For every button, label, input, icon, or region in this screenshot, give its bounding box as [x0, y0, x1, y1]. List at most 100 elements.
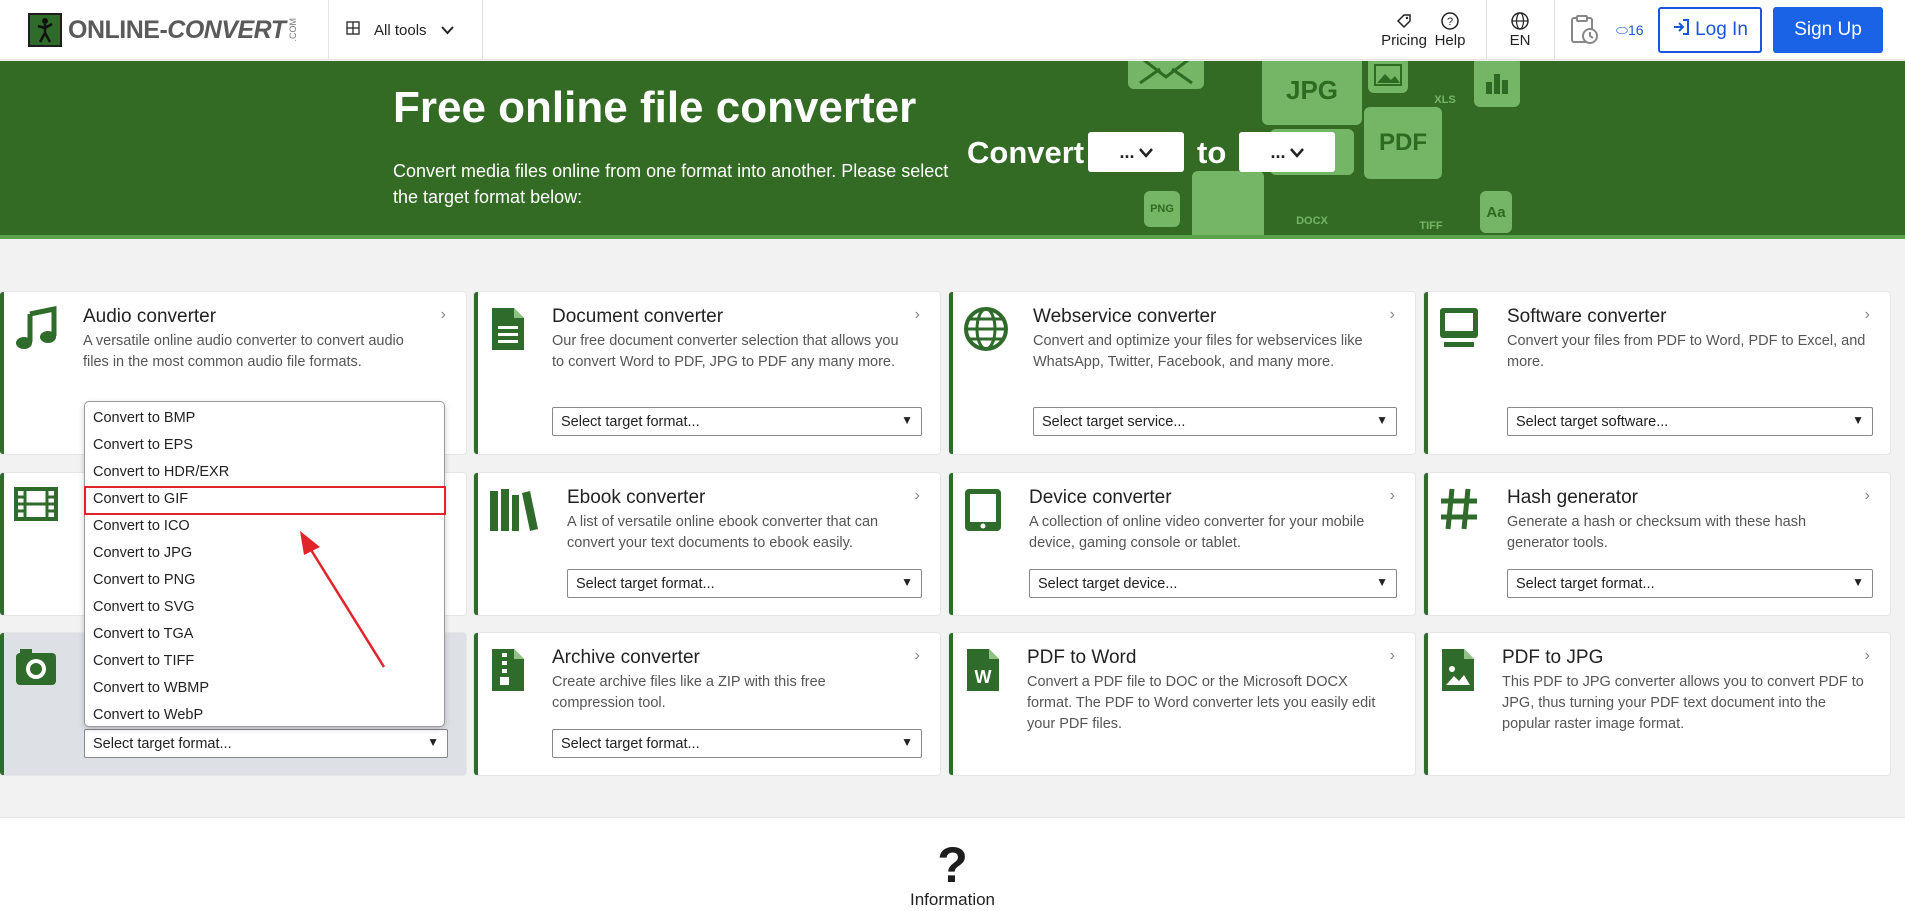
- chevron-down-icon: ▼: [1852, 413, 1864, 427]
- music-note-icon: [14, 305, 60, 352]
- chevron-right-icon: ›: [1389, 647, 1395, 664]
- device-converter-card[interactable]: Device converter A collection of online …: [949, 473, 1415, 615]
- svg-text:?: ?: [1447, 16, 1453, 28]
- divider: [482, 0, 483, 60]
- target-software-select[interactable]: Select target software... ▼: [1507, 407, 1873, 436]
- file-deco-icon: [1192, 171, 1264, 239]
- film-icon: [14, 487, 60, 533]
- select-value: Select target format...: [561, 735, 700, 752]
- document-converter-card[interactable]: Document converter Our free document con…: [474, 292, 940, 454]
- card-description: Convert and optimize your files for webs…: [1033, 333, 1363, 370]
- chevron-right-icon: ›: [1389, 306, 1395, 323]
- chevron-down-icon: ▼: [1852, 575, 1864, 589]
- png-deco-icon: PNG: [1144, 191, 1180, 227]
- card-description: This PDF to JPG converter allows you to …: [1502, 674, 1864, 732]
- card-title: Document converter: [552, 306, 724, 327]
- ebook-converter-card[interactable]: Ebook converter A list of versatile onli…: [474, 473, 940, 615]
- signup-label: Sign Up: [1794, 19, 1862, 40]
- pdf-to-word-card[interactable]: W PDF to Word Convert a PDF file to DOC …: [949, 633, 1415, 775]
- software-converter-card[interactable]: Software converter Convert your files fr…: [1424, 292, 1890, 454]
- archive-converter-card[interactable]: Archive converter Create archive files l…: [474, 633, 940, 775]
- card-description: Convert a PDF file to DOC or the Microso…: [1027, 674, 1376, 732]
- dropdown-option[interactable]: Convert to WebP: [85, 704, 444, 731]
- card-title: Webservice converter: [1033, 306, 1217, 327]
- question-mark-icon: ?: [937, 837, 968, 893]
- chevron-right-icon: ›: [914, 487, 920, 504]
- from-format-value: ...: [1119, 141, 1135, 162]
- font-deco-icon: Aa: [1480, 191, 1512, 233]
- from-format-select[interactable]: ...: [1088, 132, 1184, 172]
- card-description: Convert your files from PDF to Word, PDF…: [1507, 333, 1866, 370]
- target-service-select[interactable]: Select target service... ▼: [1033, 407, 1397, 436]
- chevron-down-icon: [1138, 142, 1153, 163]
- chevron-down-icon: [440, 22, 454, 39]
- chevron-right-icon: ›: [1864, 487, 1870, 504]
- books-icon: [488, 487, 540, 533]
- dropdown-option[interactable]: Convert to BMP: [85, 407, 444, 434]
- card-description: A list of versatile online ebook convert…: [567, 514, 879, 551]
- hash-generator-card[interactable]: Hash generator Generate a hash or checks…: [1424, 473, 1890, 615]
- login-button[interactable]: Log In: [1658, 7, 1762, 53]
- task-history-icon[interactable]: [1568, 14, 1600, 51]
- logo-domain: .COM: [287, 18, 298, 42]
- target-format-select[interactable]: Select target format... ▼: [84, 729, 448, 758]
- card-title: Software converter: [1507, 306, 1667, 327]
- card-description: Create archive files like a ZIP with thi…: [552, 674, 826, 711]
- logo-figure-icon: [28, 13, 62, 47]
- site-logo[interactable]: ONLINE-CONVERT .COM: [28, 13, 298, 47]
- annotation-arrow-icon: [300, 531, 386, 668]
- target-format-select[interactable]: Select target format... ▼: [552, 407, 922, 436]
- pricing-link[interactable]: Pricing: [1380, 10, 1428, 49]
- hero-title: Free online file converter: [393, 83, 917, 132]
- chevron-right-icon: ›: [1864, 647, 1870, 664]
- select-value: Select target format...: [93, 735, 232, 752]
- card-description: A collection of online video converter f…: [1029, 514, 1365, 551]
- chevron-down-icon: ▼: [427, 735, 439, 749]
- card-title: Archive converter: [552, 647, 700, 668]
- dropdown-option[interactable]: Convert to HDR/EXR: [85, 461, 444, 488]
- to-format-select[interactable]: ...: [1239, 132, 1335, 172]
- hero-banner: JPG XLS PDF PNG DOCX TIFF Aa Free online…: [0, 61, 1905, 239]
- chevron-right-icon: ›: [914, 306, 920, 323]
- target-format-select[interactable]: Select target format... ▼: [1507, 569, 1873, 598]
- convert-label: Convert: [967, 135, 1085, 170]
- tablet-icon: [963, 487, 1009, 533]
- login-icon: [1672, 18, 1690, 42]
- hash-icon: [1438, 487, 1484, 533]
- chevron-right-icon: ›: [1864, 306, 1870, 323]
- card-title: Hash generator: [1507, 487, 1638, 508]
- pdf-to-jpg-card[interactable]: PDF to JPG This PDF to JPG converter all…: [1424, 633, 1890, 775]
- chevron-down-icon: ▼: [1376, 575, 1388, 589]
- card-title: Ebook converter: [567, 487, 706, 508]
- card-title: Device converter: [1029, 487, 1172, 508]
- credits-counter[interactable]: ⬭16: [1616, 22, 1644, 39]
- language-selector[interactable]: EN: [1500, 10, 1540, 49]
- top-navigation-bar: ONLINE-CONVERT .COM All tools Pricing ? …: [0, 0, 1905, 60]
- signup-button[interactable]: Sign Up: [1773, 7, 1883, 53]
- select-value: Select target format...: [561, 413, 700, 430]
- chevron-down-icon: ▼: [901, 575, 913, 589]
- envelope-deco-icon: [1128, 61, 1204, 89]
- language-label: EN: [1509, 32, 1531, 49]
- target-format-select[interactable]: Select target format... ▼: [552, 729, 922, 758]
- card-description: A versatile online audio converter to co…: [83, 333, 404, 370]
- zip-file-icon: [488, 647, 534, 693]
- credits-value: 16: [1627, 22, 1644, 38]
- image-file-icon: [1438, 647, 1484, 693]
- card-title: Audio converter: [83, 306, 217, 327]
- chevron-down-icon: ▼: [901, 413, 913, 427]
- pricing-label: Pricing: [1381, 32, 1427, 49]
- select-value: Select target device...: [1038, 575, 1178, 592]
- document-icon: [488, 306, 534, 352]
- dropdown-option[interactable]: Convert to WBMP: [85, 677, 444, 704]
- webservice-converter-card[interactable]: Webservice converter Convert and optimiz…: [949, 292, 1415, 454]
- target-format-select[interactable]: Select target format... ▼: [567, 569, 922, 598]
- target-device-select[interactable]: Select target device... ▼: [1029, 569, 1397, 598]
- all-tools-menu[interactable]: All tools: [346, 0, 454, 60]
- help-link[interactable]: ? Help: [1432, 10, 1468, 49]
- highlight-box: [84, 486, 446, 515]
- word-file-icon: W: [963, 647, 1009, 693]
- to-format-value: ...: [1270, 141, 1286, 162]
- question-circle-icon: ?: [1432, 10, 1468, 32]
- dropdown-option[interactable]: Convert to EPS: [85, 434, 444, 461]
